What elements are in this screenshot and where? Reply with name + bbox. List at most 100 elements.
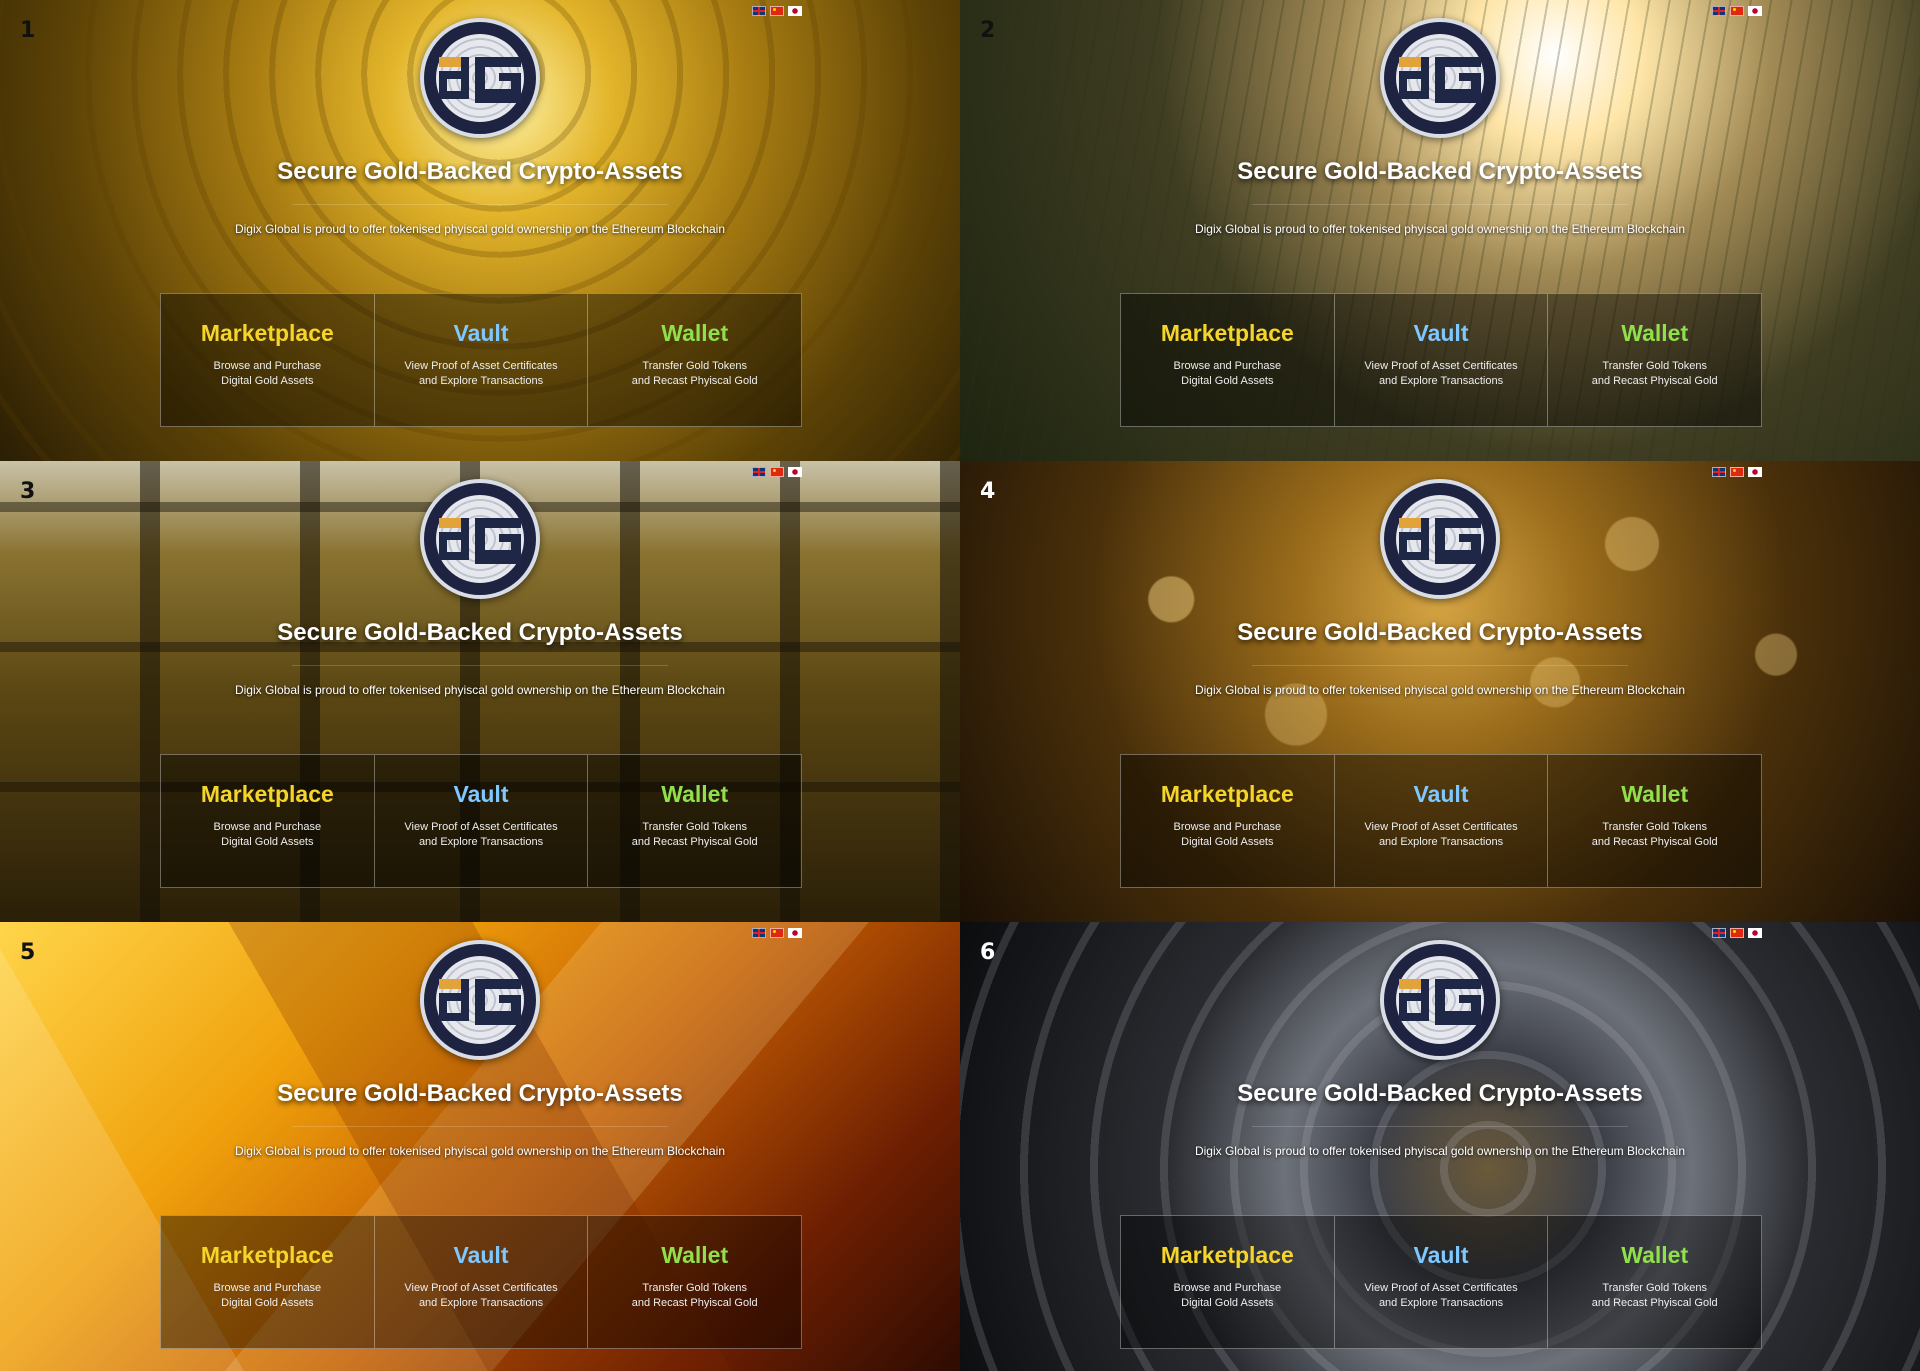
wallet-line-1: Transfer Gold Tokens (1602, 1282, 1707, 1294)
wallet-line-2: and Recast Phyiscal Gold (631, 375, 758, 387)
wallet-line-1: Transfer Gold Tokens (642, 1282, 747, 1294)
vault-line-2: and Explore Transactions (1378, 1297, 1504, 1309)
vault-description: View Proof of Asset Certificates and Exp… (375, 820, 588, 850)
panel-4: 4 Secure Gold-Backed Crypto-Assets Digix… (960, 461, 1920, 922)
china-flag-icon[interactable] (770, 467, 784, 477)
divider (1252, 204, 1628, 205)
wallet-card[interactable]: Wallet Transfer Gold Tokens and Recast P… (588, 755, 801, 887)
wallet-description: Transfer Gold Tokens and Recast Phyiscal… (1548, 359, 1761, 389)
vault-line-2: and Explore Transactions (1378, 375, 1504, 387)
marketplace-line-1: Browse and Purchase (213, 360, 322, 372)
digix-logo[interactable] (420, 940, 540, 1060)
uk-flag-icon[interactable] (1712, 6, 1726, 16)
digix-logo[interactable] (420, 479, 540, 599)
marketplace-card[interactable]: Marketplace Browse and Purchase Digital … (1121, 294, 1335, 426)
vault-description: View Proof of Asset Certificates and Exp… (375, 359, 588, 389)
japan-flag-icon[interactable] (1748, 6, 1762, 16)
digix-logo[interactable] (1380, 940, 1500, 1060)
divider (292, 1126, 668, 1127)
panel-number: 4 (980, 479, 996, 504)
marketplace-card[interactable]: Marketplace Browse and Purchase Digital … (1121, 755, 1335, 887)
vault-card[interactable]: Vault View Proof of Asset Certificates a… (375, 294, 589, 426)
digix-logo[interactable] (420, 18, 540, 138)
japan-flag-icon[interactable] (1748, 928, 1762, 938)
divider (292, 204, 668, 205)
wallet-title: Wallet (661, 320, 729, 346)
vault-card[interactable]: Vault View Proof of Asset Certificates a… (1335, 1216, 1549, 1348)
language-switcher (1712, 928, 1762, 938)
vault-card[interactable]: Vault View Proof of Asset Certificates a… (1335, 755, 1549, 887)
marketplace-line-2: Digital Gold Assets (221, 1297, 314, 1309)
vault-line-1: View Proof of Asset Certificates (1364, 360, 1518, 372)
tagline: Digix Global is proud to offer tokenised… (234, 1144, 726, 1158)
digix-logo[interactable] (1380, 18, 1500, 138)
vault-title: Vault (453, 320, 509, 346)
marketplace-description: Browse and Purchase Digital Gold Assets (161, 1281, 374, 1311)
vault-title: Vault (1413, 781, 1469, 807)
main-menu: Marketplace Browse and Purchase Digital … (160, 1215, 802, 1349)
wallet-card[interactable]: Wallet Transfer Gold Tokens and Recast P… (1548, 1216, 1761, 1348)
digix-logo[interactable] (1380, 479, 1500, 599)
headline: Secure Gold-Backed Crypto-Assets (277, 1080, 683, 1107)
vault-card[interactable]: Vault View Proof of Asset Certificates a… (1335, 294, 1549, 426)
marketplace-card[interactable]: Marketplace Browse and Purchase Digital … (161, 755, 375, 887)
main-menu: Marketplace Browse and Purchase Digital … (1120, 1215, 1762, 1349)
china-flag-icon[interactable] (1730, 467, 1744, 477)
vault-title: Vault (1413, 1242, 1469, 1268)
uk-flag-icon[interactable] (1712, 467, 1726, 477)
vault-line-2: and Explore Transactions (418, 836, 544, 848)
japan-flag-icon[interactable] (788, 928, 802, 938)
japan-flag-icon[interactable] (1748, 467, 1762, 477)
wallet-card[interactable]: Wallet Transfer Gold Tokens and Recast P… (1548, 755, 1761, 887)
marketplace-line-1: Browse and Purchase (213, 1282, 322, 1294)
vault-description: View Proof of Asset Certificates and Exp… (1335, 1281, 1548, 1311)
vault-description: View Proof of Asset Certificates and Exp… (1335, 359, 1548, 389)
language-switcher (1712, 467, 1762, 477)
wallet-description: Transfer Gold Tokens and Recast Phyiscal… (1548, 820, 1761, 850)
marketplace-line-1: Browse and Purchase (213, 821, 322, 833)
vault-line-1: View Proof of Asset Certificates (404, 821, 558, 833)
marketplace-title: Marketplace (1160, 1242, 1294, 1268)
tagline: Digix Global is proud to offer tokenised… (234, 683, 726, 697)
main-menu: Marketplace Browse and Purchase Digital … (1120, 754, 1762, 888)
uk-flag-icon[interactable] (752, 467, 766, 477)
wallet-card[interactable]: Wallet Transfer Gold Tokens and Recast P… (588, 294, 801, 426)
marketplace-title: Marketplace (200, 320, 334, 346)
uk-flag-icon[interactable] (752, 928, 766, 938)
china-flag-icon[interactable] (770, 6, 784, 16)
china-flag-icon[interactable] (1730, 6, 1744, 16)
wallet-line-1: Transfer Gold Tokens (1602, 821, 1707, 833)
language-switcher (752, 467, 802, 477)
china-flag-icon[interactable] (1730, 928, 1744, 938)
wallet-description: Transfer Gold Tokens and Recast Phyiscal… (588, 820, 801, 850)
vault-card[interactable]: Vault View Proof of Asset Certificates a… (375, 755, 589, 887)
marketplace-card[interactable]: Marketplace Browse and Purchase Digital … (161, 294, 375, 426)
japan-flag-icon[interactable] (788, 6, 802, 16)
headline: Secure Gold-Backed Crypto-Assets (277, 619, 683, 646)
marketplace-card[interactable]: Marketplace Browse and Purchase Digital … (1121, 1216, 1335, 1348)
vault-line-1: View Proof of Asset Certificates (404, 1282, 558, 1294)
tagline: Digix Global is proud to offer tokenised… (1194, 683, 1686, 697)
china-flag-icon[interactable] (770, 928, 784, 938)
wallet-card[interactable]: Wallet Transfer Gold Tokens and Recast P… (588, 1216, 801, 1348)
mockup-grid: 1 Secure Gold-Backed Crypto-Assets Digix… (0, 0, 1920, 1371)
marketplace-card[interactable]: Marketplace Browse and Purchase Digital … (161, 1216, 375, 1348)
vault-card[interactable]: Vault View Proof of Asset Certificates a… (375, 1216, 589, 1348)
marketplace-description: Browse and Purchase Digital Gold Assets (161, 359, 374, 389)
panel-5: 5 Secure Gold-Backed Crypto-Assets Digix… (0, 922, 960, 1371)
marketplace-line-2: Digital Gold Assets (1181, 1297, 1274, 1309)
tagline: Digix Global is proud to offer tokenised… (1194, 222, 1686, 236)
marketplace-line-1: Browse and Purchase (1173, 821, 1282, 833)
wallet-line-2: and Recast Phyiscal Gold (631, 836, 758, 848)
marketplace-line-2: Digital Gold Assets (221, 375, 314, 387)
dg-logo-icon (439, 979, 521, 1025)
wallet-description: Transfer Gold Tokens and Recast Phyiscal… (588, 1281, 801, 1311)
wallet-card[interactable]: Wallet Transfer Gold Tokens and Recast P… (1548, 294, 1761, 426)
uk-flag-icon[interactable] (1712, 928, 1726, 938)
wallet-description: Transfer Gold Tokens and Recast Phyiscal… (1548, 1281, 1761, 1311)
headline: Secure Gold-Backed Crypto-Assets (1237, 1080, 1643, 1107)
main-menu: Marketplace Browse and Purchase Digital … (1120, 293, 1762, 427)
japan-flag-icon[interactable] (788, 467, 802, 477)
uk-flag-icon[interactable] (752, 6, 766, 16)
wallet-line-2: and Recast Phyiscal Gold (631, 1297, 758, 1309)
